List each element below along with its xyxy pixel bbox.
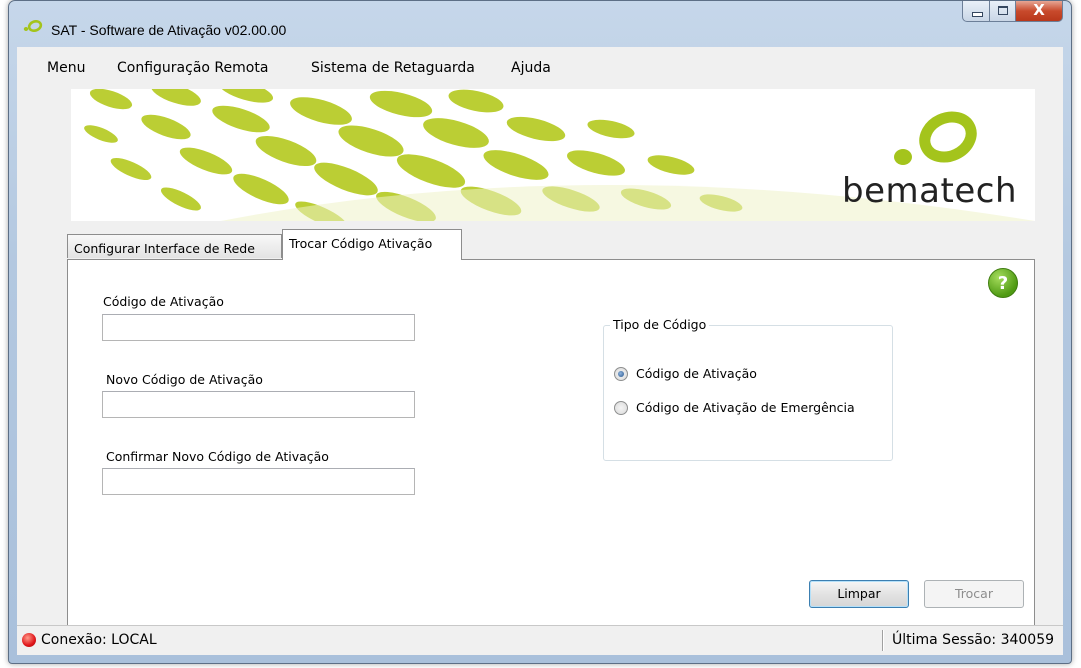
tipo-de-codigo-group: Tipo de Código Código de Ativação Código… bbox=[603, 317, 893, 461]
codigo-ativacao-input[interactable] bbox=[102, 314, 415, 341]
limpar-button[interactable]: Limpar bbox=[809, 580, 909, 608]
tab-trocar-codigo-ativacao[interactable]: Trocar Código Ativação bbox=[282, 229, 462, 260]
last-session: Última Sessão: 340059 bbox=[892, 632, 1055, 648]
connection-status-icon bbox=[22, 633, 36, 647]
status-divider bbox=[882, 630, 884, 651]
radio-checked-icon[interactable] bbox=[614, 366, 628, 381]
menu-bar: Menu Configuração Remota Sistema de Reta… bbox=[17, 47, 1063, 87]
maximize-button[interactable] bbox=[990, 1, 1016, 22]
radio-codigo-ativacao-emergencia-label: Código de Ativação de Emergência bbox=[636, 400, 855, 415]
brand-name: bematech bbox=[842, 171, 1017, 211]
bematech-logo bbox=[894, 111, 977, 165]
menu-item-menu[interactable]: Menu bbox=[47, 60, 85, 76]
radio-codigo-ativacao[interactable]: Código de Ativação bbox=[614, 366, 757, 381]
tab-configurar-interface-de-rede[interactable]: Configurar Interface de Rede bbox=[67, 234, 282, 258]
bematech-banner: bematech bbox=[71, 89, 1035, 221]
menu-item-sistema-de-retaguarda[interactable]: Sistema de Retaguarda bbox=[311, 60, 475, 76]
app-window: SAT - Software de Ativação v02.00.00 X M… bbox=[8, 0, 1072, 664]
window-controls: X bbox=[962, 1, 1063, 22]
connection-status: Conexão: LOCAL bbox=[41, 632, 157, 648]
novo-codigo-ativacao-label: Novo Código de Ativação bbox=[106, 372, 263, 387]
radio-unchecked-icon[interactable] bbox=[614, 400, 628, 415]
minimize-button[interactable] bbox=[962, 1, 990, 22]
tipo-de-codigo-title: Tipo de Código bbox=[610, 317, 710, 332]
confirmar-novo-codigo-input[interactable] bbox=[102, 468, 415, 495]
menu-item-configuracao-remota[interactable]: Configuração Remota bbox=[117, 60, 268, 76]
window-title: SAT - Software de Ativação v02.00.00 bbox=[51, 22, 287, 38]
radio-codigo-ativacao-label: Código de Ativação bbox=[636, 366, 757, 381]
menu-item-ajuda[interactable]: Ajuda bbox=[511, 60, 551, 76]
status-bar: Conexão: LOCAL Última Sessão: 340059 bbox=[17, 625, 1063, 655]
client-area: Menu Configuração Remota Sistema de Reta… bbox=[17, 47, 1063, 655]
close-icon: X bbox=[1033, 1, 1045, 19]
codigo-ativacao-label: Código de Ativação bbox=[103, 294, 224, 309]
confirmar-novo-codigo-label: Confirmar Novo Código de Ativação bbox=[106, 449, 329, 464]
novo-codigo-ativacao-input[interactable] bbox=[102, 391, 415, 418]
radio-codigo-ativacao-emergencia[interactable]: Código de Ativação de Emergência bbox=[614, 400, 855, 415]
help-icon[interactable]: ? bbox=[988, 268, 1018, 298]
trocar-codigo-panel: Código de Ativação Novo Código de Ativaç… bbox=[67, 259, 1035, 627]
bematech-logo-icon bbox=[23, 20, 43, 32]
close-button[interactable]: X bbox=[1016, 1, 1063, 22]
trocar-button[interactable]: Trocar bbox=[924, 580, 1024, 608]
title-bar[interactable]: SAT - Software de Ativação v02.00.00 X bbox=[9, 1, 1071, 47]
